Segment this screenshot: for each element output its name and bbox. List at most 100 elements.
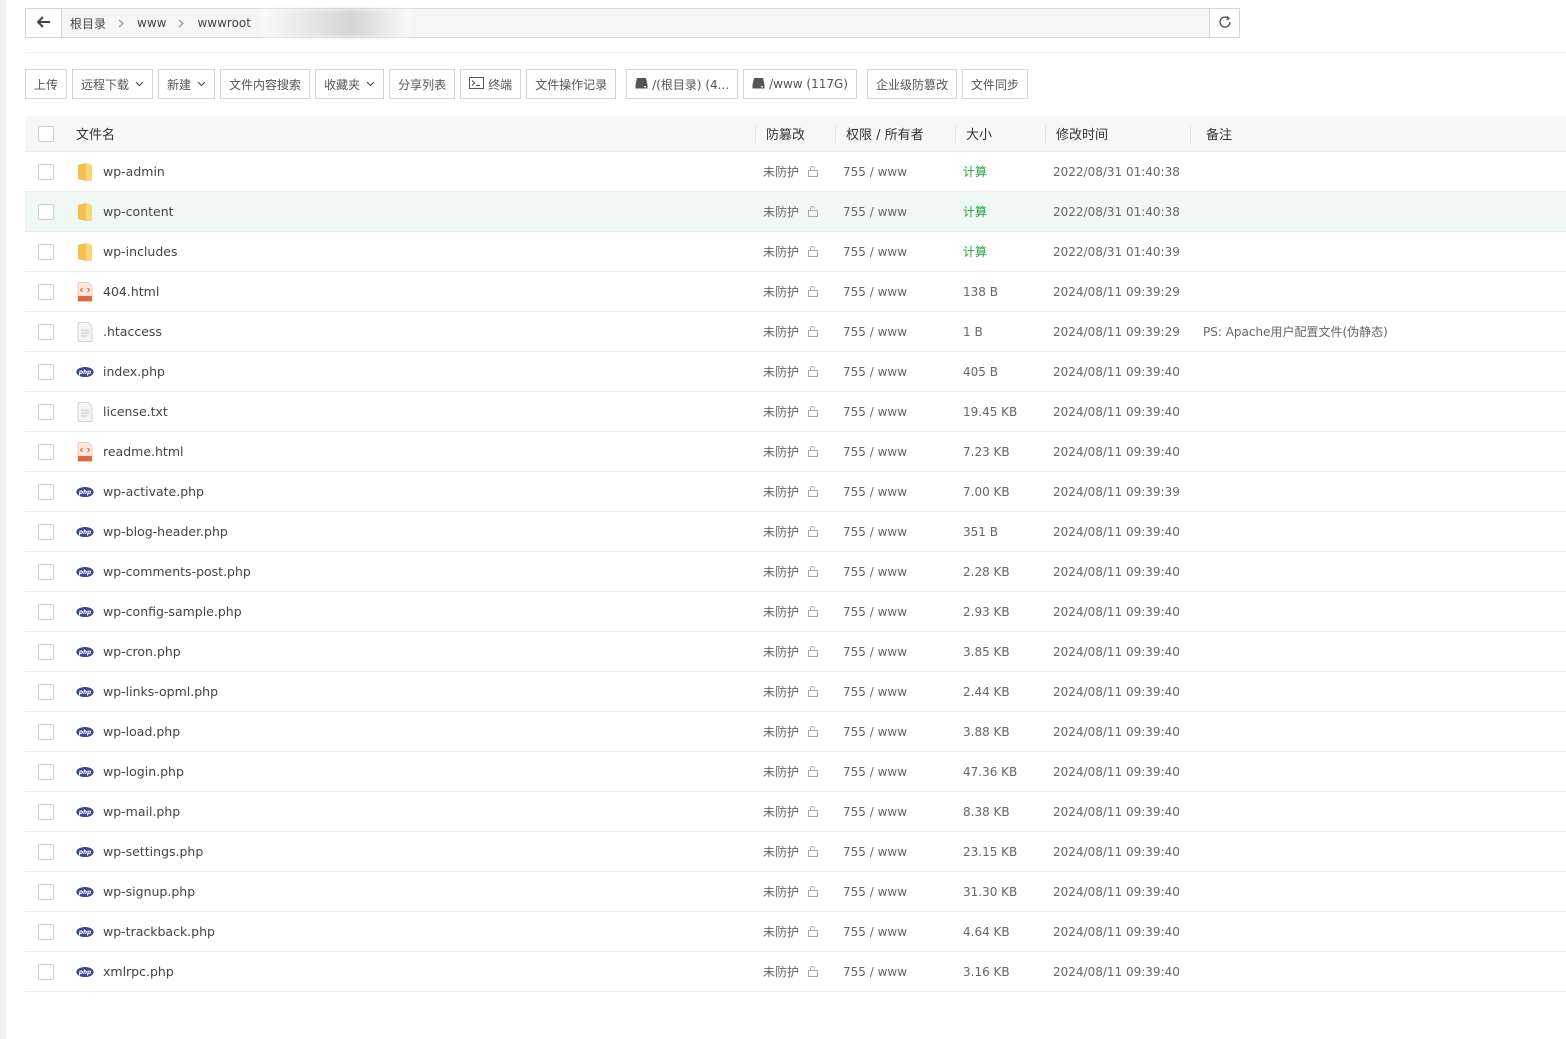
file-name[interactable]: license.txt [103, 404, 168, 419]
header-protect[interactable]: 防篡改 [763, 116, 805, 151]
upload-button[interactable]: 上传 [25, 69, 68, 99]
file-name[interactable]: wp-load.php [103, 724, 180, 739]
unlock-icon[interactable] [807, 726, 819, 737]
permission-owner[interactable]: 755 / www [843, 165, 907, 179]
refresh-button[interactable] [1209, 9, 1239, 37]
protect-status[interactable]: 未防护 [763, 483, 799, 500]
table-row[interactable]: php wp-settings.php 未防护 755 / www 23.15 KB 20… [25, 832, 1566, 872]
unlock-icon[interactable] [807, 806, 819, 817]
breadcrumb-root[interactable]: 根目录 [70, 15, 106, 32]
unlock-icon[interactable] [807, 366, 819, 377]
protect-status[interactable]: 未防护 [763, 523, 799, 540]
header-perm[interactable]: 权限 / 所有者 [843, 116, 924, 151]
table-row[interactable]: php xmlrpc.php 未防护 755 / www 3.16 KB 2024/08/… [25, 952, 1566, 992]
protect-status[interactable]: 未防护 [763, 803, 799, 820]
permission-owner[interactable]: 755 / www [843, 325, 907, 339]
unlock-icon[interactable] [807, 566, 819, 577]
table-row[interactable]: php wp-blog-header.php 未防护 755 / www 351 B 20… [25, 512, 1566, 552]
row-checkbox[interactable] [38, 203, 54, 220]
row-checkbox[interactable] [38, 483, 54, 500]
protect-status[interactable]: 未防护 [763, 203, 799, 220]
row-checkbox[interactable] [38, 883, 54, 900]
file-name[interactable]: wp-cron.php [103, 644, 181, 659]
file-name[interactable]: wp-login.php [103, 764, 184, 779]
protect-status[interactable]: 未防护 [763, 403, 799, 420]
disk-www-button[interactable]: /www (117G) [743, 69, 857, 99]
table-row[interactable]: php wp-load.php 未防护 755 / www 3.88 KB 2024/08… [25, 712, 1566, 752]
file-name[interactable]: wp-signup.php [103, 884, 195, 899]
favorites-button[interactable]: 收藏夹 [315, 69, 385, 99]
unlock-icon[interactable] [807, 606, 819, 617]
permission-owner[interactable]: 755 / www [843, 245, 907, 259]
protect-status[interactable]: 未防护 [763, 763, 799, 780]
table-row[interactable]: php wp-config-sample.php 未防护 755 / www 2.93 … [25, 592, 1566, 632]
row-checkbox[interactable] [38, 283, 54, 300]
file-name[interactable]: wp-comments-post.php [103, 564, 251, 579]
permission-owner[interactable]: 755 / www [843, 565, 907, 579]
row-checkbox[interactable] [38, 363, 54, 380]
protect-status[interactable]: 未防护 [763, 443, 799, 460]
permission-owner[interactable]: 755 / www [843, 805, 907, 819]
file-name[interactable]: wp-links-opml.php [103, 684, 218, 699]
row-checkbox[interactable] [38, 723, 54, 740]
breadcrumb-wwwroot[interactable]: wwwroot [197, 16, 251, 30]
unlock-icon[interactable] [807, 886, 819, 897]
table-row[interactable]: php wp-activate.php 未防护 755 / www 7.00 KB 202… [25, 472, 1566, 512]
unlock-icon[interactable] [807, 486, 819, 497]
file-name[interactable]: readme.html [103, 444, 183, 459]
protect-status[interactable]: 未防护 [763, 683, 799, 700]
file-sync-button[interactable]: 文件同步 [962, 69, 1029, 99]
unlock-icon[interactable] [807, 166, 819, 177]
table-row[interactable]: 404.html 未防护 755 / www 138 B 2024/08/11 09:3… [25, 272, 1566, 312]
file-name[interactable]: xmlrpc.php [103, 964, 174, 979]
unlock-icon[interactable] [807, 766, 819, 777]
remote-download-button[interactable]: 远程下载 [72, 69, 154, 99]
select-all-checkbox[interactable] [38, 125, 54, 142]
calculate-size-link[interactable]: 计算 [963, 243, 987, 260]
file-name[interactable]: wp-admin [103, 164, 165, 179]
table-row[interactable]: wp-admin 未防护 755 / www 计算 2022/08/31 01:40:3… [25, 152, 1566, 192]
permission-owner[interactable]: 755 / www [843, 685, 907, 699]
table-row[interactable]: php wp-trackback.php 未防护 755 / www 4.64 KB 20… [25, 912, 1566, 952]
file-name[interactable]: wp-includes [103, 244, 177, 259]
table-row[interactable]: wp-includes 未防护 755 / www 计算 2022/08/31 01:4… [25, 232, 1566, 272]
protect-status[interactable]: 未防护 [763, 883, 799, 900]
file-name[interactable]: wp-trackback.php [103, 924, 215, 939]
permission-owner[interactable]: 755 / www [843, 885, 907, 899]
protect-status[interactable]: 未防护 [763, 283, 799, 300]
new-button[interactable]: 新建 [158, 69, 216, 99]
header-name[interactable]: 文件名 [76, 116, 115, 151]
unlock-icon[interactable] [807, 686, 819, 697]
table-row[interactable]: php wp-cron.php 未防护 755 / www 3.85 KB 2024/08… [25, 632, 1566, 672]
row-checkbox[interactable] [38, 323, 54, 340]
table-row[interactable]: php wp-login.php 未防护 755 / www 47.36 KB 2024/… [25, 752, 1566, 792]
file-name[interactable]: .htaccess [103, 324, 162, 339]
content-search-button[interactable]: 文件内容搜索 [220, 69, 311, 99]
row-checkbox[interactable] [38, 523, 54, 540]
table-row[interactable]: php index.php 未防护 755 / www 405 B 2024/08/11 … [25, 352, 1566, 392]
permission-owner[interactable]: 755 / www [843, 285, 907, 299]
unlock-icon[interactable] [807, 246, 819, 257]
table-row[interactable]: wp-content 未防护 755 / www 计算 2022/08/31 01:40… [25, 192, 1566, 232]
row-checkbox[interactable] [38, 763, 54, 780]
permission-owner[interactable]: 755 / www [843, 525, 907, 539]
table-row[interactable]: php wp-links-opml.php 未防护 755 / www 2.44 KB 2… [25, 672, 1566, 712]
table-row[interactable]: php wp-comments-post.php 未防护 755 / www 2.28 … [25, 552, 1566, 592]
calculate-size-link[interactable]: 计算 [963, 163, 987, 180]
file-name[interactable]: wp-config-sample.php [103, 604, 242, 619]
permission-owner[interactable]: 755 / www [843, 485, 907, 499]
unlock-icon[interactable] [807, 406, 819, 417]
row-checkbox[interactable] [38, 963, 54, 980]
table-row[interactable]: license.txt 未防护 755 / www 19.45 KB 2024/08/1… [25, 392, 1566, 432]
unlock-icon[interactable] [807, 326, 819, 337]
operation-log-button[interactable]: 文件操作记录 [526, 69, 617, 99]
permission-owner[interactable]: 755 / www [843, 845, 907, 859]
share-list-button[interactable]: 分享列表 [389, 69, 456, 99]
breadcrumb-www[interactable]: www [137, 16, 166, 30]
unlock-icon[interactable] [807, 846, 819, 857]
row-checkbox[interactable] [38, 163, 54, 180]
file-name[interactable]: 404.html [103, 284, 159, 299]
protect-status[interactable]: 未防护 [763, 323, 799, 340]
terminal-button[interactable]: 终端 [460, 69, 522, 99]
unlock-icon[interactable] [807, 926, 819, 937]
